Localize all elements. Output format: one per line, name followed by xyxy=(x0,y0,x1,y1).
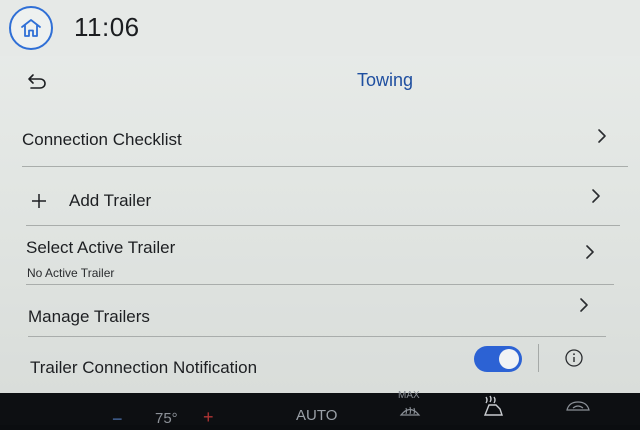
max-defrost-icon[interactable] xyxy=(398,402,422,418)
divider xyxy=(28,336,606,337)
row-label-trailer-connection-notification: Trailer Connection Notification xyxy=(30,358,258,377)
home-icon xyxy=(21,19,41,37)
trailer-notification-toggle[interactable] xyxy=(474,346,522,372)
clock: 11:06 xyxy=(74,12,140,42)
temp-down-button[interactable]: − xyxy=(112,409,123,430)
max-defrost-label: MAX xyxy=(398,390,420,401)
temperature-readout: 75° xyxy=(155,410,178,427)
plus-icon xyxy=(32,194,46,208)
row-label-manage-trailers: Manage Trailers xyxy=(28,307,150,326)
page-title: Towing xyxy=(356,70,414,90)
row-sublabel-active-trailer: No Active Trailer xyxy=(27,266,115,280)
auto-climate-button[interactable]: AUTO xyxy=(296,407,337,424)
divider xyxy=(26,225,620,226)
heated-seat-icon[interactable] xyxy=(478,393,508,419)
back-button[interactable] xyxy=(20,68,54,96)
recirculation-icon[interactable] xyxy=(563,398,593,416)
row-label-select-active-trailer: Select Active Trailer xyxy=(26,238,176,257)
divider xyxy=(26,284,614,285)
chevron-right-icon xyxy=(586,245,594,259)
row-trailer-connection-notification: Trailer Connection Notification xyxy=(0,340,640,393)
chevron-right-icon xyxy=(580,298,588,312)
towing-screen: 11:06 Towing Connection Checklist Add Tr… xyxy=(0,0,640,393)
divider xyxy=(22,166,628,167)
toggle-knob xyxy=(499,349,519,369)
back-arrow-icon xyxy=(28,74,46,89)
row-add-trailer[interactable]: Add Trailer xyxy=(0,176,640,222)
chevron-right-icon xyxy=(598,129,606,143)
status-bar: 11:06 xyxy=(0,0,640,56)
home-button[interactable] xyxy=(9,6,53,50)
info-icon[interactable] xyxy=(564,348,584,368)
chevron-right-icon xyxy=(592,189,600,203)
row-manage-trailers[interactable]: Manage Trailers xyxy=(0,292,640,336)
divider xyxy=(538,344,539,372)
row-label-connection-checklist: Connection Checklist xyxy=(22,130,182,149)
climate-bar: − 75° + AUTO MAX xyxy=(0,390,640,429)
row-connection-checklist[interactable]: Connection Checklist xyxy=(0,115,640,165)
row-select-active-trailer[interactable]: Select Active Trailer No Active Trailer xyxy=(0,230,640,280)
row-label-add-trailer: Add Trailer xyxy=(69,191,152,210)
